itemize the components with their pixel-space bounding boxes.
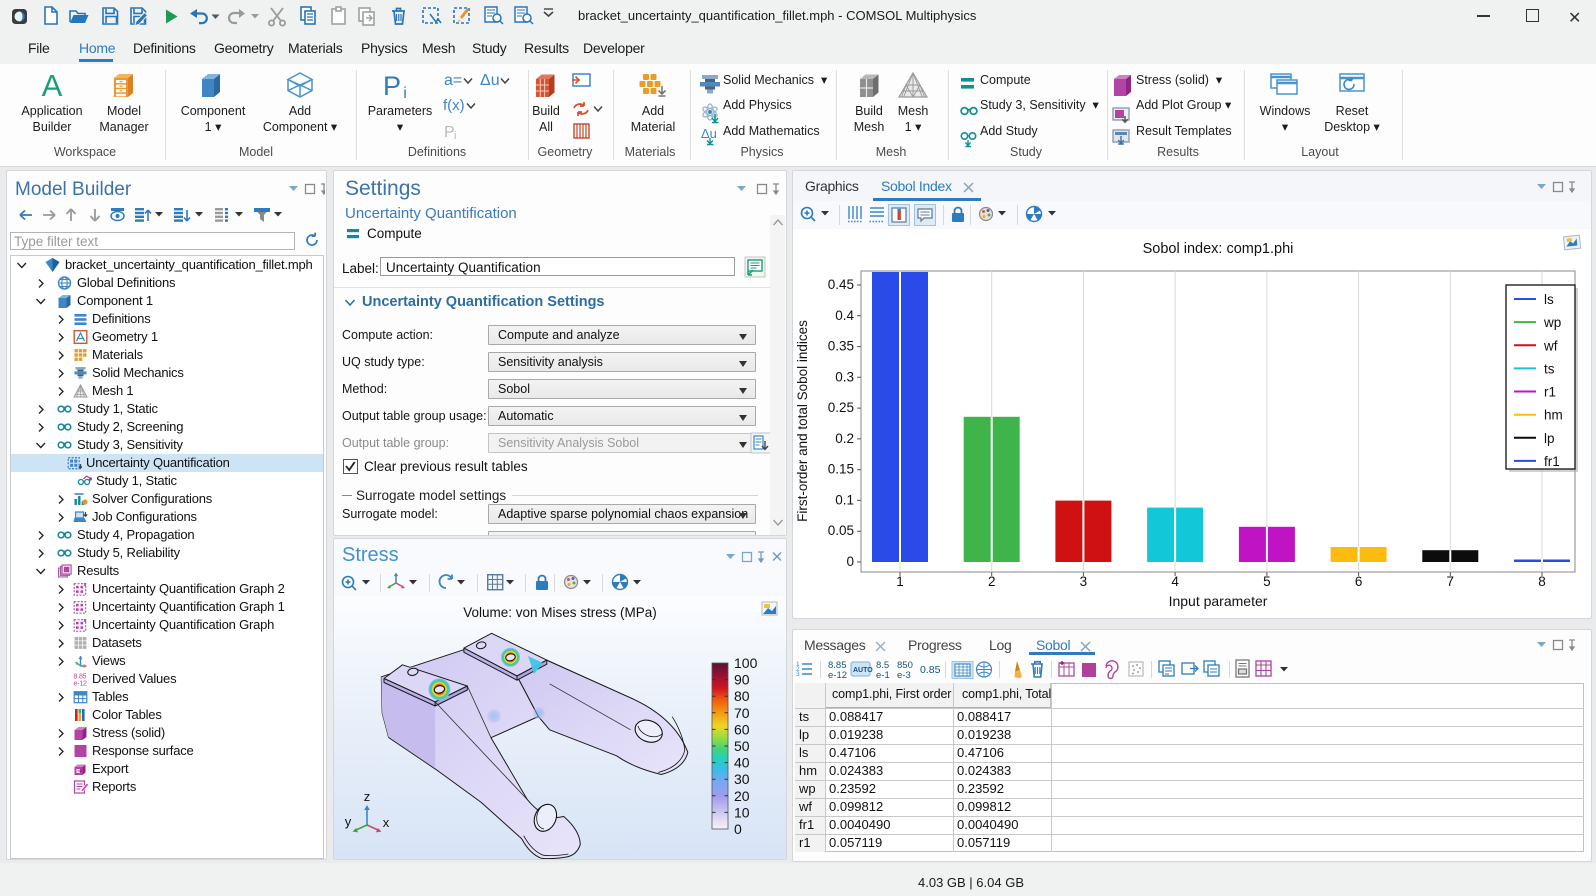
- svg-text:e-3: e-3: [897, 670, 911, 681]
- svg-text:r1: r1: [1544, 385, 1556, 400]
- svg-text:i: i: [403, 85, 407, 102]
- svg-text:30: 30: [734, 771, 750, 787]
- svg-text:0: 0: [846, 554, 854, 569]
- svg-text:3: 3: [796, 671, 800, 678]
- svg-text:1: 1: [896, 574, 904, 589]
- svg-text:wf: wf: [1543, 338, 1558, 353]
- svg-text:100: 100: [734, 655, 758, 671]
- svg-text:0.4: 0.4: [835, 308, 854, 323]
- svg-text:x: x: [383, 815, 390, 830]
- svg-text:0.25: 0.25: [828, 400, 854, 415]
- svg-text:y: y: [345, 814, 352, 829]
- svg-text:0.15: 0.15: [828, 462, 854, 477]
- svg-text:P: P: [383, 71, 401, 101]
- svg-text:Δu: Δu: [701, 126, 717, 141]
- svg-text:ts: ts: [1544, 361, 1555, 376]
- svg-text:wp: wp: [1543, 315, 1561, 330]
- svg-text:e-12: e-12: [828, 670, 847, 681]
- svg-text:Sobol index: comp1.phi: Sobol index: comp1.phi: [1143, 241, 1294, 257]
- svg-text:20: 20: [734, 788, 750, 804]
- svg-text:2: 2: [988, 574, 996, 589]
- svg-text:4: 4: [1171, 574, 1179, 589]
- svg-text:6: 6: [1355, 574, 1363, 589]
- svg-text:40: 40: [734, 755, 750, 771]
- svg-text:0: 0: [734, 821, 742, 837]
- svg-text:7: 7: [1447, 574, 1455, 589]
- svg-text:50: 50: [734, 738, 750, 754]
- svg-text:First-order and total Sobol in: First-order and total Sobol indices: [795, 320, 810, 522]
- svg-text:e-1: e-1: [876, 670, 890, 681]
- svg-text:0.1: 0.1: [835, 492, 854, 507]
- svg-text:70: 70: [734, 705, 750, 721]
- svg-text:0.2: 0.2: [835, 431, 854, 446]
- svg-text:f(x): f(x): [443, 97, 465, 114]
- svg-text:8: 8: [1538, 574, 1546, 589]
- svg-text:0.3: 0.3: [835, 369, 854, 384]
- svg-text:0.45: 0.45: [828, 277, 854, 292]
- svg-text:5: 5: [1263, 574, 1271, 589]
- svg-text:e-12: e-12: [74, 681, 88, 687]
- svg-text:fr1: fr1: [1544, 454, 1560, 469]
- svg-text:hm: hm: [1544, 408, 1563, 423]
- svg-text:Δu: Δu: [480, 72, 500, 89]
- svg-text:ls: ls: [1544, 292, 1554, 307]
- svg-text:z: z: [364, 789, 371, 804]
- svg-text:0.05: 0.05: [828, 523, 854, 538]
- svg-text:i: i: [454, 130, 456, 142]
- svg-text:A: A: [42, 68, 63, 103]
- svg-text:80: 80: [734, 688, 750, 704]
- svg-text:10: 10: [734, 804, 750, 820]
- svg-text:0.35: 0.35: [828, 339, 854, 354]
- svg-text:3: 3: [1080, 574, 1088, 589]
- svg-text:0.85: 0.85: [920, 664, 941, 676]
- svg-text:lp: lp: [1544, 431, 1555, 446]
- svg-text:a=: a=: [444, 72, 462, 89]
- svg-text:AUTO: AUTO: [853, 667, 873, 674]
- svg-text:8.85: 8.85: [74, 674, 87, 681]
- svg-text:90: 90: [734, 672, 750, 688]
- svg-text:60: 60: [734, 721, 750, 737]
- svg-text:Input parameter: Input parameter: [1169, 593, 1268, 609]
